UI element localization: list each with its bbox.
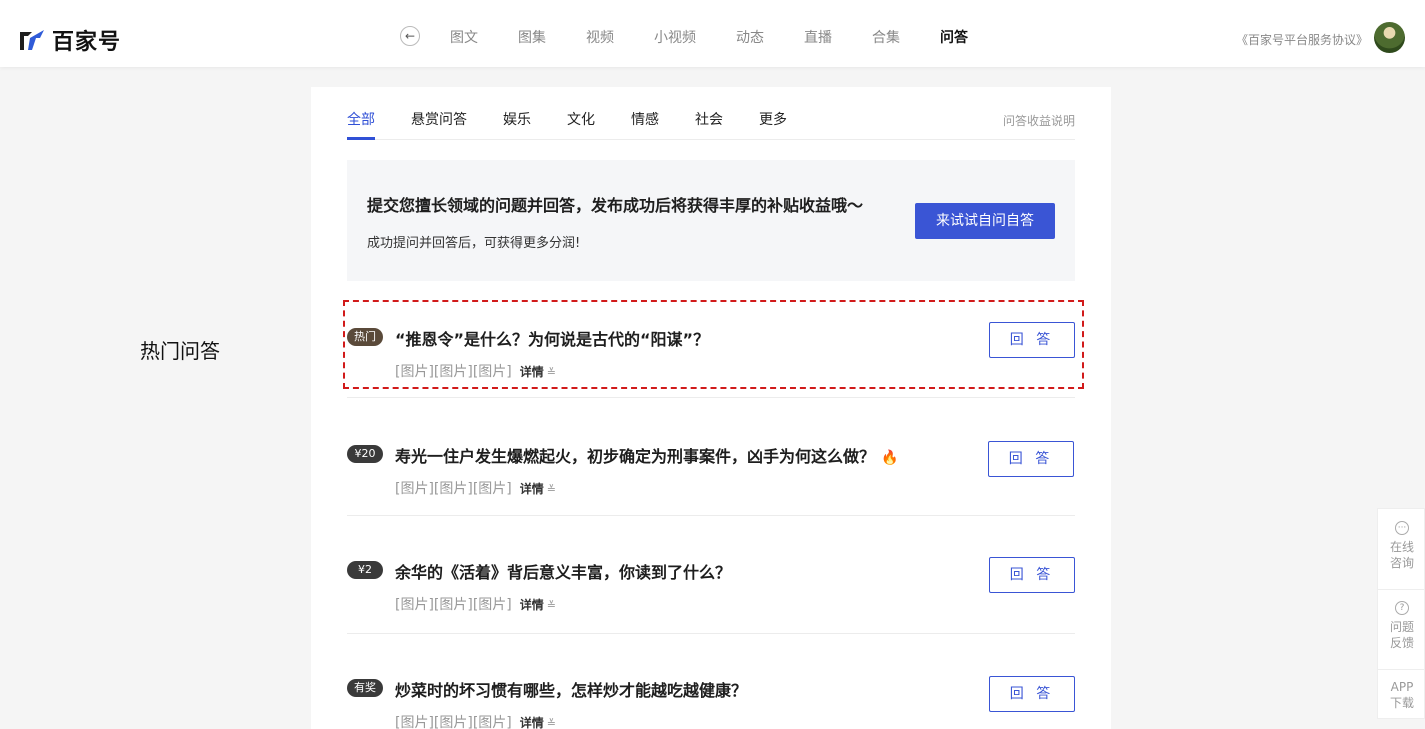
question-item: 有奖 炒菜时的坏习惯有哪些，怎样炒才能越吃越健康？ [图片][图片][图片] 详情… (347, 634, 1075, 729)
avatar[interactable] (1374, 22, 1405, 53)
tab-emotion[interactable]: 情感 (631, 109, 659, 129)
answer-button[interactable]: 回 答 (988, 441, 1074, 477)
feedback-button[interactable]: ? 问题反馈 (1378, 601, 1425, 651)
feedback-label: 问题反馈 (1389, 620, 1414, 650)
self-qa-button[interactable]: 来试试自问自答 (915, 203, 1055, 239)
arrow-left-icon[interactable]: ← (400, 26, 420, 46)
service-agreement-link[interactable]: 《百家号平台服务协议》 (1236, 31, 1368, 48)
online-consult-button[interactable]: ··· 在线咨询 (1378, 521, 1425, 571)
online-consult-label: 在线咨询 (1389, 540, 1414, 570)
content-type-nav: ← 图文 图集 视频 小视频 动态 直播 合集 问答 (400, 26, 1008, 47)
reward-badge: 有奖 (347, 679, 383, 697)
logo-text: 百家号 (52, 30, 122, 55)
question-images: [图片][图片][图片] (395, 715, 512, 729)
question-mark-icon: ? (1395, 601, 1409, 615)
nav-item-short-video[interactable]: 小视频 (654, 27, 696, 47)
bounty-badge: ¥2 (347, 561, 383, 579)
floating-toolbar: ··· 在线咨询 ? 问题反馈 APP下载 (1377, 508, 1425, 719)
tab-entertainment[interactable]: 娱乐 (503, 109, 531, 129)
question-title[interactable]: 寿光一住户发生爆燃起火，初步确定为刑事案件，凶手为何这么做？ 🔥 (395, 443, 898, 467)
question-item: ¥20 寿光一住户发生爆燃起火，初步确定为刑事案件，凶手为何这么做？ 🔥 [图片]… (347, 398, 1075, 516)
question-title[interactable]: 余华的《活着》背后意义丰富，你读到了什么？ (395, 559, 731, 583)
nav-item-collection[interactable]: 合集 (872, 27, 900, 47)
logo[interactable]: 百家号 (18, 24, 121, 56)
nav-item-tuwen[interactable]: 图文 (450, 27, 478, 47)
chevron-down-icon[interactable]: ≚ (547, 483, 556, 496)
nav-item-tuji[interactable]: 图集 (518, 27, 546, 47)
qa-panel: 全部 悬赏问答 娱乐 文化 情感 社会 更多 问答收益说明 提交您擅长领域的问题… (311, 87, 1111, 729)
question-meta: [图片][图片][图片] 详情 ≚ (395, 478, 556, 498)
page-title: 热门问答 (140, 339, 220, 363)
detail-link[interactable]: 详情 (520, 716, 544, 729)
qa-revenue-explain-link[interactable]: 问答收益说明 (1003, 112, 1075, 129)
question-images: [图片][图片][图片] (395, 481, 512, 497)
highlight-annotation (343, 300, 1084, 389)
answer-button[interactable]: 回 答 (989, 676, 1075, 712)
tab-society[interactable]: 社会 (695, 109, 723, 129)
question-images: [图片][图片][图片] (395, 597, 512, 613)
baijiahao-logo-icon (20, 30, 44, 50)
question-title-text: 寿光一住户发生爆燃起火，初步确定为刑事案件，凶手为何这么做？ (395, 447, 876, 466)
app-download-button[interactable]: APP下载 (1378, 679, 1425, 711)
tab-all[interactable]: 全部 (347, 109, 375, 129)
nav-item-dongtai[interactable]: 动态 (736, 27, 764, 47)
question-item: ¥2 余华的《活着》背后意义丰富，你读到了什么？ [图片][图片][图片] 详情 ≚… (347, 516, 1075, 634)
promo-subtitle: 成功提问并回答后，可获得更多分润! (367, 236, 581, 251)
detail-link[interactable]: 详情 (520, 482, 544, 496)
fire-icon: 🔥 (881, 450, 899, 466)
tab-culture[interactable]: 文化 (567, 109, 595, 129)
app-download-label: APP下载 (1389, 680, 1414, 710)
nav-item-qa[interactable]: 问答 (940, 27, 968, 47)
question-title[interactable]: 炒菜时的坏习惯有哪些，怎样炒才能越吃越健康？ (395, 677, 747, 701)
tab-more[interactable]: 更多 (759, 109, 787, 129)
divider (1378, 669, 1425, 670)
category-tabs: 全部 悬赏问答 娱乐 文化 情感 社会 更多 问答收益说明 (347, 87, 1075, 140)
detail-link[interactable]: 详情 (520, 598, 544, 612)
top-header: 百家号 ← 图文 图集 视频 小视频 动态 直播 合集 问答 《百家号平台服务协… (0, 0, 1425, 67)
question-meta: [图片][图片][图片] 详情 ≚ (395, 712, 556, 729)
bounty-badge: ¥20 (347, 445, 383, 463)
question-meta: [图片][图片][图片] 详情 ≚ (395, 594, 556, 614)
chevron-down-icon[interactable]: ≚ (547, 717, 556, 729)
promo-banner: 提交您擅长领域的问题并回答，发布成功后将获得丰厚的补贴收益哦～ 成功提问并回答后… (347, 160, 1075, 281)
nav-item-live[interactable]: 直播 (804, 27, 832, 47)
promo-title: 提交您擅长领域的问题并回答，发布成功后将获得丰厚的补贴收益哦～ (367, 196, 864, 215)
nav-item-video[interactable]: 视频 (586, 27, 614, 47)
chat-icon: ··· (1395, 521, 1409, 535)
chevron-down-icon[interactable]: ≚ (547, 599, 556, 612)
divider (1378, 589, 1425, 590)
answer-button[interactable]: 回 答 (989, 557, 1075, 593)
tab-bounty[interactable]: 悬赏问答 (411, 109, 467, 129)
active-tab-indicator (347, 137, 375, 140)
